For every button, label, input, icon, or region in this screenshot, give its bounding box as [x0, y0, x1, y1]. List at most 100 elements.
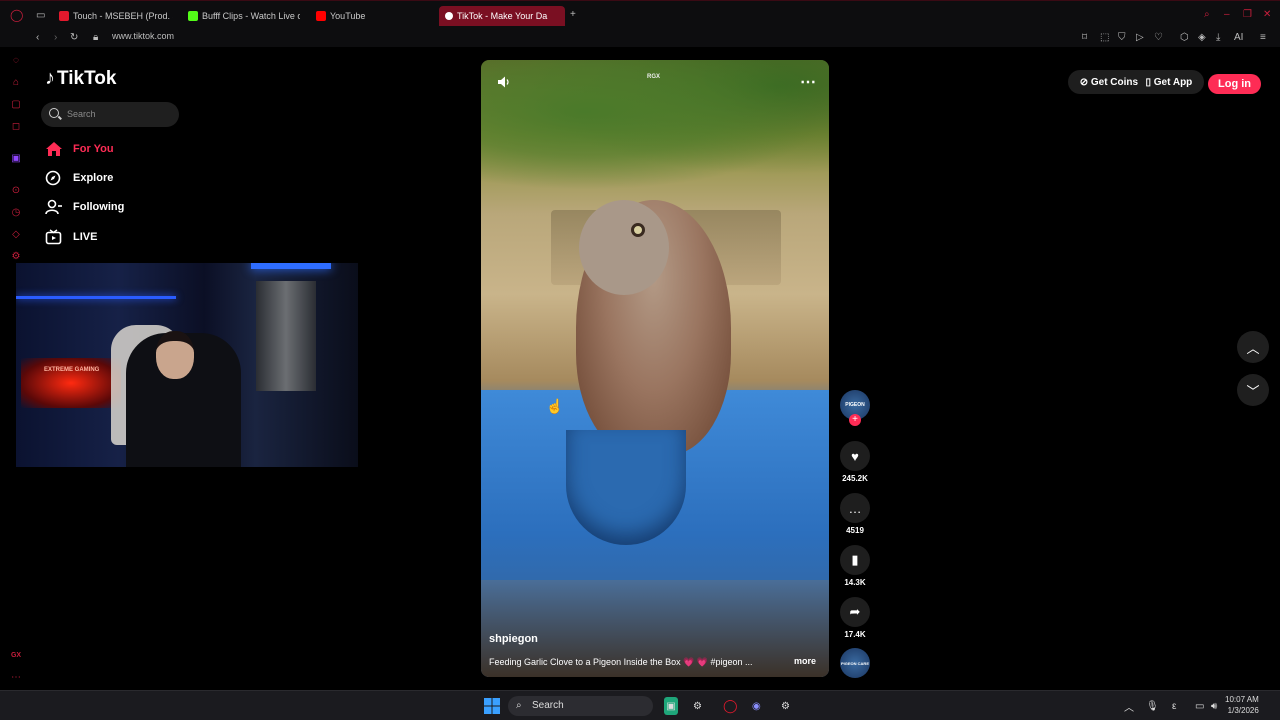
tab-touch[interactable]: Touch - MSEBEH (Prod. SI [59, 6, 173, 26]
ai-button[interactable]: AI [1234, 32, 1243, 44]
close-icon[interactable]: ✕ [1263, 9, 1271, 21]
twitch-icon[interactable]: ▣ [10, 153, 22, 165]
opera-logo-icon[interactable]: ◯ [10, 9, 23, 21]
windows-taskbar: ⌕ Search ▣ ⚙ ◯ ◉ ⚙ ︿ 🎙︎ ε ▭ 🔊︎ 10:07 AM … [0, 690, 1280, 720]
nav-following[interactable]: Following [45, 199, 124, 215]
search-icon: ⌕ [516, 700, 522, 711]
comment-action[interactable]: … 4519 [840, 493, 870, 535]
gx-control-icon[interactable]: GX [10, 650, 22, 662]
system-clock[interactable]: 10:07 AM 1/3/2026 [1225, 694, 1259, 716]
video-box-hole [566, 430, 686, 545]
reload-icon[interactable]: ↻ [70, 32, 78, 44]
like-action[interactable]: ♥ 245.2K [840, 441, 870, 483]
history-icon[interactable]: ◷ [10, 207, 22, 219]
video-player[interactable] [481, 60, 829, 677]
play-icon[interactable]: ▷ [1136, 32, 1144, 44]
tab-label: TikTok - Make Your Da [457, 11, 548, 21]
volume-icon[interactable] [497, 75, 511, 89]
maximize-icon[interactable]: ❐ [1243, 9, 1252, 21]
get-coins-button[interactable]: ⊘ Get Coins [1080, 77, 1138, 88]
logo-text: TikTok [57, 67, 117, 89]
background-wall [256, 281, 316, 391]
following-icon [45, 199, 63, 215]
video-pigeon-eye [631, 223, 645, 237]
more-options-icon[interactable]: ⋯ [800, 72, 817, 92]
heart-icon[interactable]: ♥ [840, 441, 870, 471]
url-field[interactable]: www.tiktok.com [112, 31, 174, 41]
get-app-button[interactable]: ▯ Get App [1145, 77, 1192, 88]
more-icon[interactable]: ⋯ [10, 672, 22, 684]
new-tab-icon[interactable]: + [570, 9, 576, 21]
nav-explore[interactable]: Explore [45, 170, 113, 186]
gx-store-icon[interactable]: ⌂ [10, 77, 22, 89]
extensions-icon[interactable]: ⬡ [1180, 32, 1189, 44]
kick-favicon-icon [188, 11, 198, 21]
tray-chevron-icon[interactable]: ︿ [1124, 697, 1134, 715]
network-icon[interactable]: ▭ [1195, 697, 1204, 715]
tab-label: Bufff Clips - Watch Live c [202, 11, 300, 21]
previous-video-button[interactable]: ︿ [1237, 331, 1269, 363]
nav-for-you[interactable]: For You [45, 141, 114, 157]
settings-gear-icon[interactable]: ⚙ [693, 697, 702, 715]
author-avatar[interactable]: PIGEON + [840, 390, 870, 426]
video-pigeon-head [579, 200, 669, 295]
back-icon[interactable]: ‹ [36, 32, 39, 44]
steam-icon[interactable]: ⚙ [781, 697, 790, 715]
settings-icon[interactable]: ⚙ [10, 251, 22, 263]
address-bar: ‹ › ↻ 🔒︎ www.tiktok.com ⌑ ⬚ ⛉ ▷ ♡ ⬡ ◈ ⤓ … [0, 29, 1280, 47]
nav-live[interactable]: LIVE [45, 229, 97, 245]
login-button[interactable]: Log in [1208, 74, 1261, 94]
menu-icon[interactable]: ≡ [1260, 32, 1266, 44]
bookmark-icon[interactable]: ▮ [840, 545, 870, 575]
language-indicator[interactable]: ε [1172, 697, 1176, 715]
tiktok-note-icon: ♪ [45, 67, 55, 89]
tab-label: YouTube [330, 11, 366, 21]
search-icon[interactable]: ⌕ [1204, 9, 1210, 21]
taskbar-search[interactable]: ⌕ Search [508, 696, 653, 716]
music-label: PIGEON CARE [840, 660, 869, 666]
snapshot-icon[interactable]: ⬚ [1100, 32, 1109, 44]
player-icon[interactable]: ⊙ [10, 185, 22, 197]
instagram-icon[interactable]: ◻ [10, 121, 22, 133]
gx-corner-icon[interactable]: ◌ [10, 55, 22, 67]
share-icon[interactable]: ➦ [840, 597, 870, 627]
tiktok-logo[interactable]: ♪ TikTok [45, 67, 116, 90]
music-disc[interactable]: PIGEON CARE [840, 648, 870, 678]
hand-cursor-icon: ☝ [546, 398, 564, 414]
nav-label: For You [73, 143, 114, 155]
heart-icon[interactable]: ♡ [1154, 32, 1163, 44]
save-action[interactable]: ▮ 14.3K [840, 545, 870, 587]
opera-gx-icon[interactable]: ◯ [723, 697, 738, 715]
volume-icon[interactable]: 🔊︎ [1211, 697, 1217, 715]
bookmark-icon[interactable]: ⌑ [1082, 32, 1087, 44]
messenger-icon[interactable]: ▢ [10, 99, 22, 111]
microphone-icon[interactable]: 🎙︎ [1146, 697, 1159, 715]
video-caption: Feeding Garlic Clove to a Pigeon Inside … [489, 657, 753, 667]
share-action[interactable]: ➦ 17.4K [840, 597, 870, 639]
pinboard-icon[interactable]: ◇ [10, 229, 22, 241]
video-author[interactable]: shpiegon [489, 633, 538, 645]
next-video-button[interactable]: ﹀ [1237, 374, 1269, 406]
windows-start-icon[interactable] [484, 697, 500, 715]
tab-youtube[interactable]: YouTube [316, 6, 396, 26]
wallet-icon[interactable]: ◈ [1198, 32, 1206, 44]
clock-time: 10:07 AM [1225, 695, 1259, 704]
discord-icon[interactable]: ◉ [752, 697, 761, 715]
caption-more-button[interactable]: more [794, 656, 816, 666]
app-icon[interactable]: ▣ [664, 697, 678, 715]
tab-tiktok[interactable]: TikTok - Make Your Da [439, 6, 565, 26]
tiktok-favicon-icon [445, 12, 453, 20]
follow-plus-icon[interactable]: + [849, 414, 861, 426]
forward-icon[interactable]: › [54, 32, 57, 44]
login-wrap: Log in [1208, 72, 1261, 96]
tab-bufff[interactable]: Bufff Clips - Watch Live c [188, 6, 300, 26]
tab-search-icon[interactable]: ▭ [36, 10, 45, 22]
comment-count: 4519 [846, 526, 864, 535]
search-box[interactable]: Search [41, 102, 179, 127]
download-icon[interactable]: ⤓ [1216, 32, 1220, 44]
minimize-icon[interactable]: – [1224, 9, 1230, 21]
compass-icon [45, 170, 63, 186]
comment-icon[interactable]: … [840, 493, 870, 523]
lock-icon: 🔒︎ [93, 32, 99, 43]
shield-icon[interactable]: ⛉ [1118, 32, 1126, 44]
